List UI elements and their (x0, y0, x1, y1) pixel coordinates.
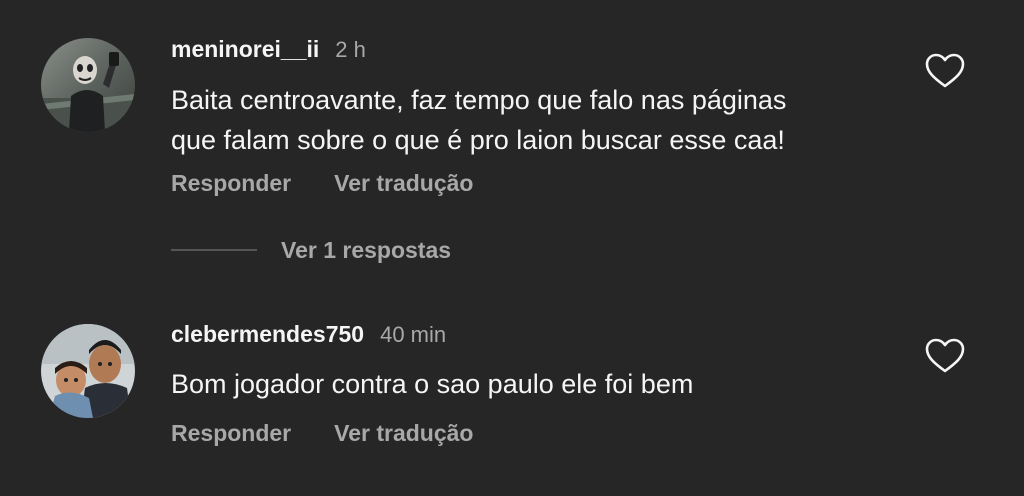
reply-button[interactable]: Responder (171, 170, 291, 197)
like-button[interactable] (925, 53, 965, 89)
comment-text: Baita centroavante, faz tempo que falo n… (171, 80, 911, 160)
comment-text-line: Baita centroavante, faz tempo que falo n… (171, 85, 787, 115)
avatar[interactable] (41, 38, 135, 132)
comment-header: clebermendes750 40 min (171, 321, 446, 348)
translate-button[interactable]: Ver tradução (334, 420, 473, 447)
comment-text-line: Bom jogador contra o sao paulo ele foi b… (171, 369, 694, 399)
comment-header: meninorei__ii 2 h (171, 36, 366, 63)
username[interactable]: meninorei__ii (171, 36, 319, 63)
translate-button[interactable]: Ver tradução (334, 170, 473, 197)
replies-divider (171, 249, 257, 251)
heart-outline-icon (925, 338, 965, 373)
comment-text: Bom jogador contra o sao paulo ele foi b… (171, 364, 911, 404)
heart-outline-icon (925, 53, 965, 88)
view-replies-label: Ver 1 respostas (281, 236, 452, 263)
like-button[interactable] (925, 338, 965, 374)
username[interactable]: clebermendes750 (171, 321, 364, 348)
avatar[interactable] (41, 324, 135, 418)
comment-text-line: que falam sobre o que é pro laion buscar… (171, 125, 785, 155)
reply-button[interactable]: Responder (171, 420, 291, 447)
comment-actions: Responder Ver tradução (171, 420, 473, 447)
timestamp: 2 h (335, 37, 366, 62)
timestamp: 40 min (380, 322, 447, 347)
avatar-image (41, 324, 135, 418)
avatar-image (41, 38, 135, 132)
view-replies-button[interactable]: Ver 1 respostas (171, 232, 451, 268)
comment-actions: Responder Ver tradução (171, 170, 473, 197)
